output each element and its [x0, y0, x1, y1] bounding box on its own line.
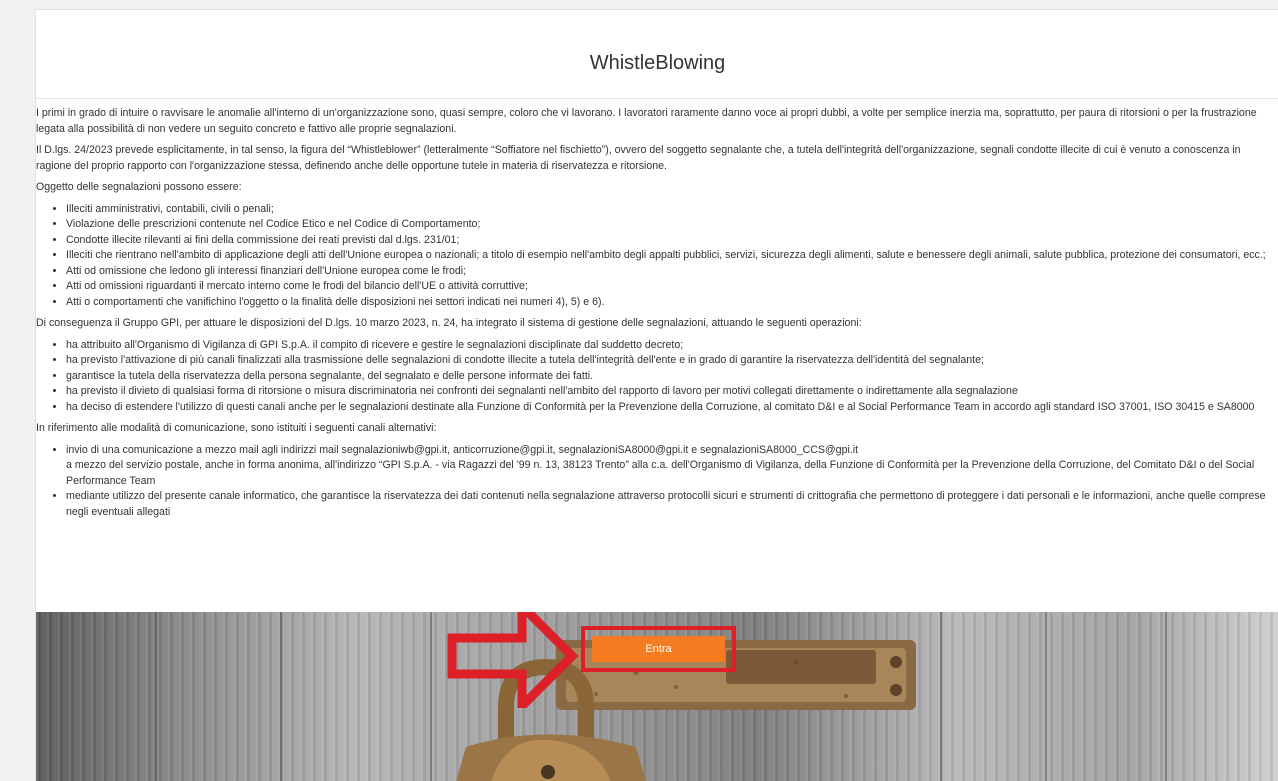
list-item: Illeciti amministrativi, contabili, civi…	[66, 202, 1274, 218]
list-item: Condotte illecite rilevanti ai fini dell…	[66, 233, 1274, 249]
enter-button[interactable]: Entra	[592, 636, 725, 662]
channels-intro: In riferimento alle modalità di comunica…	[36, 422, 437, 434]
arrow-right-icon	[447, 612, 579, 708]
objects-heading: Oggetto delle segnalazioni possono esser…	[36, 181, 242, 193]
hero-banner: Entra	[36, 612, 1278, 781]
list-item: Illeciti che rientrano nell'ambito di ap…	[66, 248, 1274, 264]
intro-paragraph-2: Il D.lgs. 24/2023 prevede esplicitamente…	[36, 144, 1241, 172]
title-divider	[36, 98, 1278, 99]
gpi-intro: Di conseguenza il Gruppo GPI, per attuar…	[36, 317, 862, 329]
list-item: Violazione delle prescrizioni contenute …	[66, 217, 1274, 233]
list-item: mediante utilizzo del presente canale in…	[66, 489, 1274, 520]
content-body: I primi in grado di intuire o ravvisare …	[36, 106, 1274, 526]
list-item: invio di una comunicazione a mezzo mail …	[66, 443, 1274, 490]
list-item: Atti od omissione che ledono gli interes…	[66, 264, 1274, 280]
gpi-operations-list: ha attribuito all'Organismo di Vigilanza…	[36, 338, 1274, 416]
list-item: ha deciso di estendere l'utilizzo di que…	[66, 400, 1274, 416]
intro-paragraph-1: I primi in grado di intuire o ravvisare …	[36, 107, 1257, 135]
page-title: WhistleBlowing	[589, 52, 726, 74]
channel-email-text: invio di una comunicazione a mezzo mail …	[66, 443, 859, 456]
list-item: garantisce la tutela della riservatezza …	[66, 369, 1274, 385]
enter-button-highlight: Entra	[581, 626, 736, 672]
list-item: Atti od omissioni riguardanti il mercato…	[66, 279, 1274, 295]
channel-post-text: a mezzo del servizio postale, anche in f…	[66, 459, 1255, 487]
list-item: ha previsto il divieto di qualsiasi form…	[66, 384, 1274, 400]
objects-list: Illeciti amministrativi, contabili, civi…	[36, 202, 1274, 311]
channels-list: invio di una comunicazione a mezzo mail …	[36, 443, 1274, 521]
list-item: ha attribuito all'Organismo di Vigilanza…	[66, 338, 1274, 354]
list-item: ha previsto l'attivazione di più canali …	[66, 353, 1274, 369]
list-item: Atti o comportamenti che vanifichino l'o…	[66, 295, 1274, 311]
main-card: WhistleBlowing I primi in grado di intui…	[35, 9, 1278, 781]
